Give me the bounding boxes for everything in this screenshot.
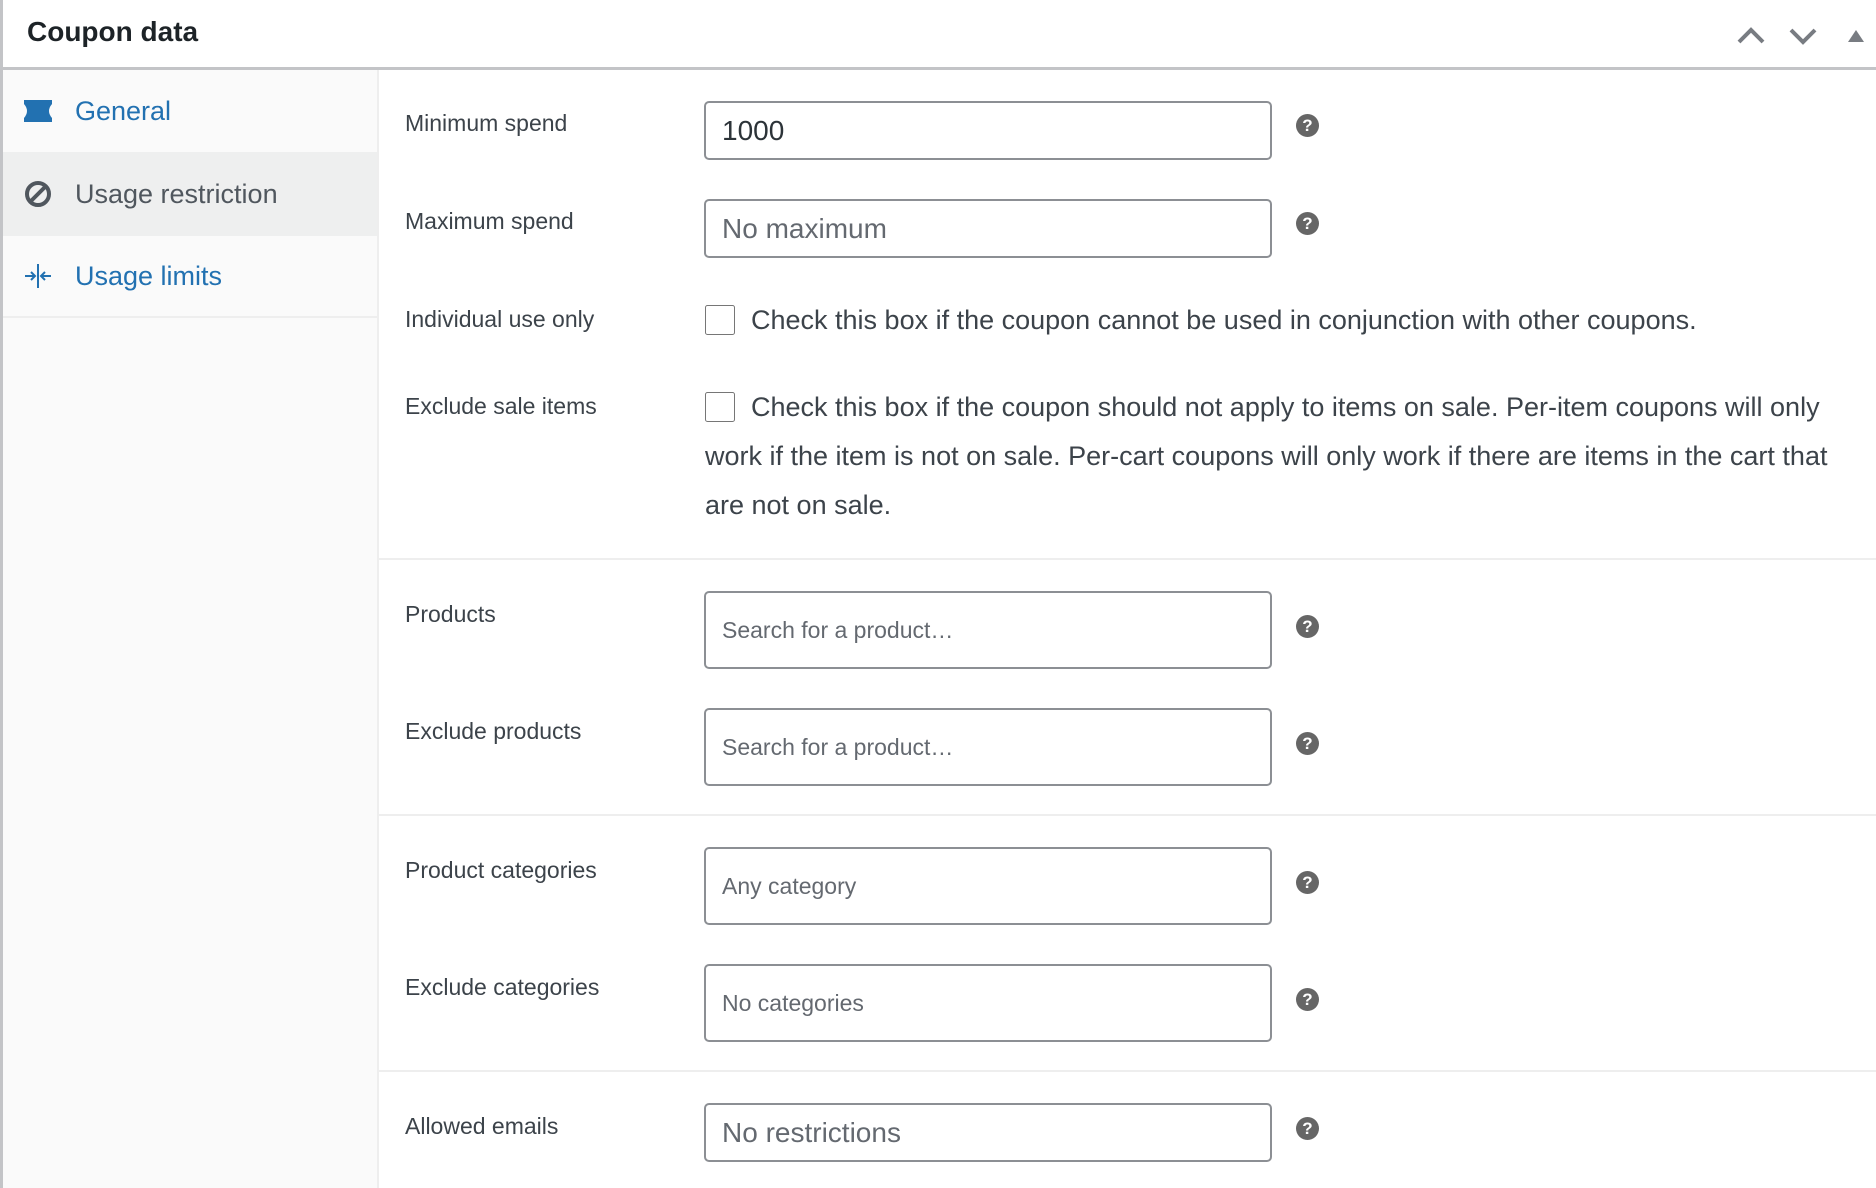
tab-label: Usage restriction <box>75 178 278 209</box>
individual-use-label: Individual use only <box>405 306 595 332</box>
tab-label: Usage limits <box>75 260 223 291</box>
ticket-icon <box>23 96 53 126</box>
chevron-down-icon <box>1789 28 1817 45</box>
maximum-spend-input[interactable] <box>704 199 1272 258</box>
help-icon[interactable]: ? <box>1296 871 1319 894</box>
help-icon[interactable]: ? <box>1296 212 1319 235</box>
arrows-inward-icon <box>23 261 53 291</box>
exclude-products-label: Exclude products <box>405 718 582 744</box>
panel-title: Coupon data <box>27 16 199 47</box>
product-categories-select[interactable] <box>704 847 1272 925</box>
products-search-input[interactable] <box>704 591 1272 669</box>
tab-usage-restriction[interactable]: Usage restriction <box>3 152 377 236</box>
allowed-emails-input[interactable] <box>704 1103 1272 1162</box>
help-icon[interactable]: ? <box>1296 732 1319 755</box>
minimum-spend-input[interactable] <box>704 101 1272 160</box>
help-icon[interactable]: ? <box>1296 114 1319 137</box>
individual-use-checkbox[interactable] <box>705 305 735 335</box>
allowed-emails-label: Allowed emails <box>405 1113 559 1139</box>
section-divider <box>379 1070 1876 1072</box>
block-icon <box>23 179 53 209</box>
products-label: Products <box>405 601 496 627</box>
exclude-categories-label: Exclude categories <box>405 974 600 1000</box>
tab-label: General <box>75 95 172 126</box>
usage-restriction-content: Minimum spend ? Maximum spend ? Individu… <box>379 70 1876 1188</box>
exclude-sale-items-description: Check this box if the coupon should not … <box>705 392 1828 520</box>
move-down-button[interactable] <box>1785 18 1821 54</box>
section-divider <box>379 814 1876 816</box>
maximum-spend-label: Maximum spend <box>405 208 574 234</box>
tab-usage-limits[interactable]: Usage limits <box>3 236 377 318</box>
section-divider <box>379 558 1876 560</box>
move-up-button[interactable] <box>1733 18 1769 54</box>
toggle-panel-button[interactable] <box>1838 18 1874 54</box>
help-icon[interactable]: ? <box>1296 1117 1319 1140</box>
exclude-sale-items-label: Exclude sale items <box>405 393 597 419</box>
individual-use-description: Check this box if the coupon cannot be u… <box>751 305 1697 335</box>
coupon-data-panel: Coupon data General Usage restriction Us… <box>0 0 1876 1188</box>
tab-general[interactable]: General <box>3 70 377 152</box>
exclude-categories-select[interactable] <box>704 964 1272 1042</box>
product-categories-label: Product categories <box>405 857 597 883</box>
triangle-up-icon <box>1848 30 1864 42</box>
minimum-spend-label: Minimum spend <box>405 110 568 136</box>
chevron-up-icon <box>1737 27 1765 44</box>
coupon-tabs-sidebar: General Usage restriction Usage limits <box>3 70 379 1188</box>
exclude-products-search-input[interactable] <box>704 708 1272 786</box>
help-icon[interactable]: ? <box>1296 988 1319 1011</box>
panel-header: Coupon data <box>3 0 1876 70</box>
help-icon[interactable]: ? <box>1296 615 1319 638</box>
